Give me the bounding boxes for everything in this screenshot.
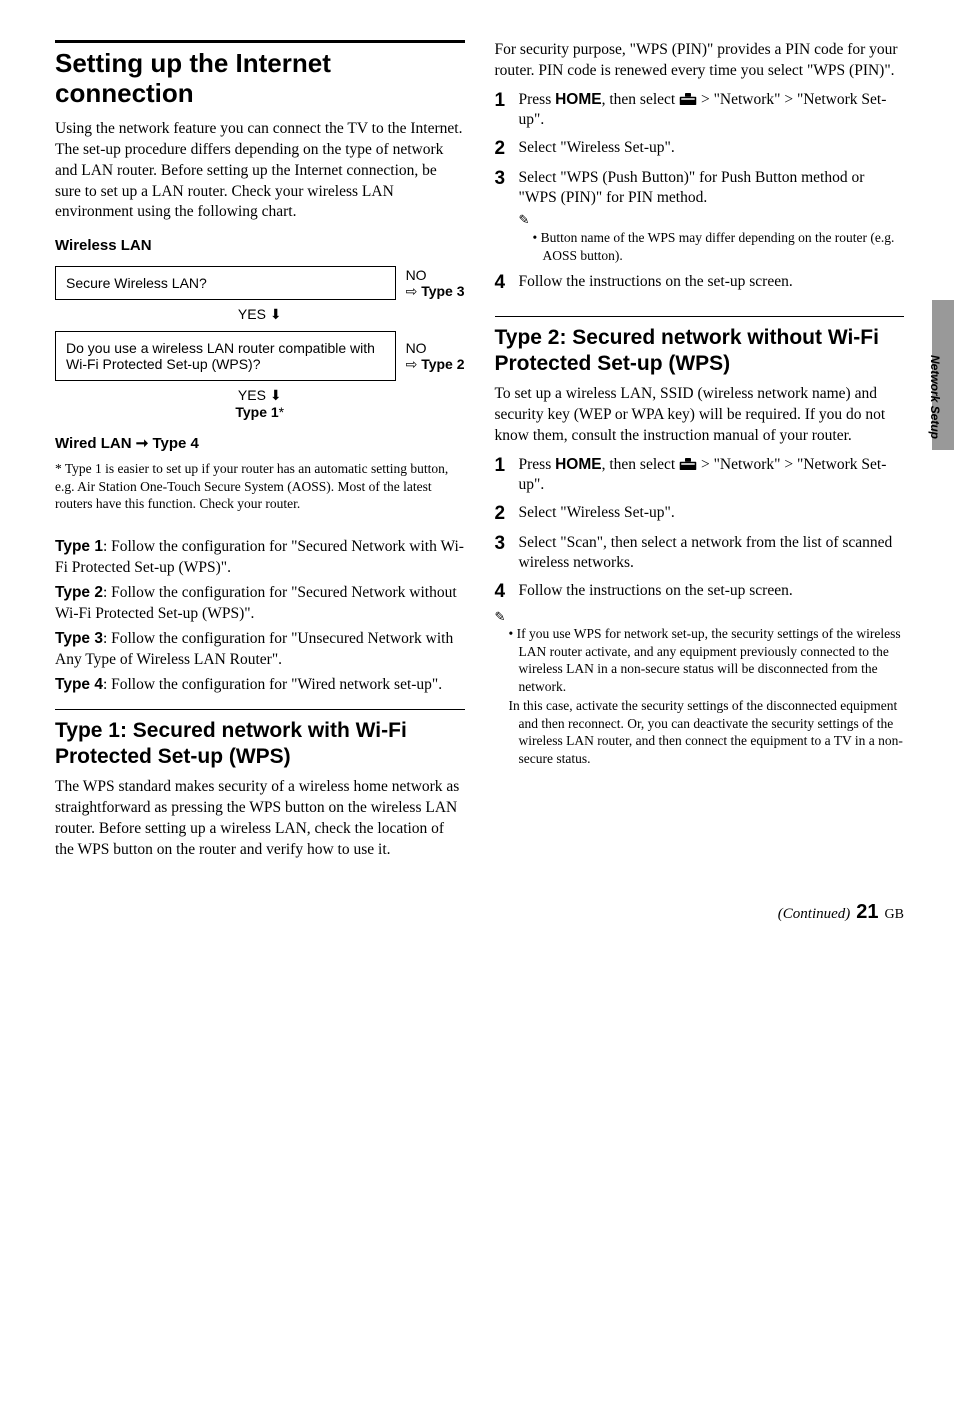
step-num-3: 3 [495, 168, 513, 264]
type4-desc: Type 4: Follow the configuration for "Wi… [55, 675, 465, 696]
continued-label: (Continued) [778, 906, 851, 923]
b-step-num-3: 3 [495, 533, 513, 573]
bstep1-pre: Press [519, 456, 556, 473]
h2b-rule [495, 316, 905, 317]
down-arrow-icon: ⬇ [270, 306, 282, 322]
flow-row-1: Secure Wireless LAN? NO Type 3 [55, 262, 465, 304]
type1-section-text: The WPS standard makes security of a wir… [55, 777, 465, 861]
wired-lan-heading: Wired LAN ➞ Type 4 [55, 434, 465, 452]
flow-box2-text: Do you use a wireless LAN router compati… [66, 340, 385, 372]
step-4: 4 Follow the instructions on the set-up … [495, 272, 905, 294]
step3-note-text: Button name of the WPS may differ depend… [541, 230, 895, 263]
type1-desc: Type 1: Follow the configuration for "Se… [55, 537, 465, 579]
yes-arrow-1: YES ⬇ [55, 306, 465, 323]
yes-arrow-2: YES ⬇ Type 1* [55, 387, 465, 420]
right-column: For security purpose, "WPS (PIN)" provid… [495, 40, 905, 865]
step-num-2: 2 [495, 138, 513, 160]
step-1-body: Press HOME, then select > "Network" > "N… [519, 90, 905, 130]
heading-type1-section: Type 1: Secured network with Wi-Fi Prote… [55, 718, 465, 768]
intro-paragraph: Using the network feature you can connec… [55, 119, 465, 224]
b-step-3: 3 Select "Scan", then select a network f… [495, 533, 905, 573]
b-step-2: 2 Select "Wireless Set-up". [495, 503, 905, 525]
flow-box-wps: Do you use a wireless LAN router compati… [55, 331, 396, 381]
type4-desc-label: Type 4 [55, 676, 103, 693]
step-2: 2 Select "Wireless Set-up". [495, 138, 905, 160]
bottom-note: • If you use WPS for network set-up, the… [509, 625, 905, 767]
step-1: 1 Press HOME, then select > "Network" > … [495, 90, 905, 130]
b-step-1-body: Press HOME, then select > "Network" > "N… [519, 455, 905, 495]
type1-desc-text: : Follow the configuration for "Secured … [55, 538, 464, 576]
h2a-rule [55, 709, 465, 710]
step3-text: Select "WPS (Push Button)" for Push Butt… [519, 169, 865, 206]
wired-lan-post: Type 4 [148, 435, 199, 452]
bottom-note-text: If you use WPS for network set-up, the s… [517, 626, 901, 694]
right-intro: For security purpose, "WPS (PIN)" provid… [495, 40, 905, 82]
down-arrow-icon-2: ⬇ [270, 387, 282, 403]
b-step-1: 1 Press HOME, then select > "Network" > … [495, 455, 905, 495]
type3-desc: Type 3: Follow the configuration for "Un… [55, 629, 465, 671]
type1-star: * [279, 404, 284, 420]
b-step-4-body: Follow the instructions on the set-up sc… [519, 581, 905, 603]
home-button-label: HOME [555, 91, 602, 108]
b-step-2-body: Select "Wireless Set-up". [519, 503, 905, 525]
step3-note: • Button name of the WPS may differ depe… [533, 229, 905, 264]
heading-type2-section: Type 2: Secured network without Wi-Fi Pr… [495, 325, 905, 375]
b-step-num-2: 2 [495, 503, 513, 525]
no-label-1: NO [406, 267, 427, 283]
type1-desc-label: Type 1 [55, 538, 103, 555]
type1-footnote: * Type 1 is easier to set up if your rou… [55, 460, 465, 513]
page-number: 21 [856, 901, 878, 924]
toolbox-icon-2 [679, 457, 697, 471]
no-label-2: NO [406, 340, 427, 356]
pencil-note-icon: ✎ [519, 212, 905, 229]
arrow-right-icon [406, 283, 418, 299]
pencil-note-icon-2: ✎ [495, 609, 905, 625]
step-num-1: 1 [495, 90, 513, 130]
wired-lan-pre: Wired LAN [55, 435, 136, 452]
type3-label: Type 3 [421, 283, 464, 299]
bstep1-mid: , then select [602, 456, 679, 473]
step-3: 3 Select "WPS (Push Button)" for Push Bu… [495, 168, 905, 264]
page-footer: (Continued) 21 GB [0, 895, 954, 944]
type3-desc-text: : Follow the configuration for "Unsecure… [55, 630, 453, 668]
gb-label: GB [885, 907, 904, 923]
h1-rule [55, 40, 465, 43]
b-step-num-1: 1 [495, 455, 513, 495]
type1-label: Type 1 [235, 404, 278, 420]
flow-box1-text: Secure Wireless LAN? [66, 275, 207, 291]
type4-desc-text: : Follow the configuration for "Wired ne… [103, 676, 442, 693]
side-tab-label: Network Setup [928, 355, 942, 439]
page-content: Setting up the Internet connection Using… [0, 0, 954, 895]
type2-desc-label: Type 2 [55, 584, 103, 601]
b-step-3-body: Select "Scan", then select a network fro… [519, 533, 905, 573]
flow-side-type3: NO Type 3 [406, 267, 465, 301]
bottom-note-2: In this case, activate the security sett… [519, 697, 905, 767]
type2-section-text: To set up a wireless LAN, SSID (wireless… [495, 384, 905, 447]
type3-desc-label: Type 3 [55, 630, 103, 647]
left-column: Setting up the Internet connection Using… [55, 40, 465, 865]
step-num-4: 4 [495, 272, 513, 294]
b-step-4: 4 Follow the instructions on the set-up … [495, 581, 905, 603]
step-2-body: Select "Wireless Set-up". [519, 138, 905, 160]
flow-box-secure-wlan: Secure Wireless LAN? [55, 266, 396, 300]
flow-row-2: Do you use a wireless LAN router compati… [55, 327, 465, 385]
yes-label-1: YES [238, 306, 266, 322]
type2-label: Type 2 [421, 356, 464, 372]
step-4-body: Follow the instructions on the set-up sc… [519, 272, 905, 294]
step-3-body: Select "WPS (Push Button)" for Push Butt… [519, 168, 905, 264]
wireless-lan-heading: Wireless LAN [55, 237, 465, 254]
arrow-right-icon-2 [406, 356, 418, 372]
type2-desc-text: : Follow the configuration for "Secured … [55, 584, 457, 622]
heading-setting-up: Setting up the Internet connection [55, 49, 465, 109]
step1-pre: Press [519, 91, 556, 108]
yes-label-2: YES [238, 387, 266, 403]
home-button-label-2: HOME [555, 456, 602, 473]
step1-mid: , then select [602, 91, 679, 108]
b-step-num-4: 4 [495, 581, 513, 603]
flow-side-type2: NO Type 2 [406, 340, 465, 374]
type2-desc: Type 2: Follow the configuration for "Se… [55, 583, 465, 625]
toolbox-icon [679, 92, 697, 106]
spacer [55, 519, 465, 537]
